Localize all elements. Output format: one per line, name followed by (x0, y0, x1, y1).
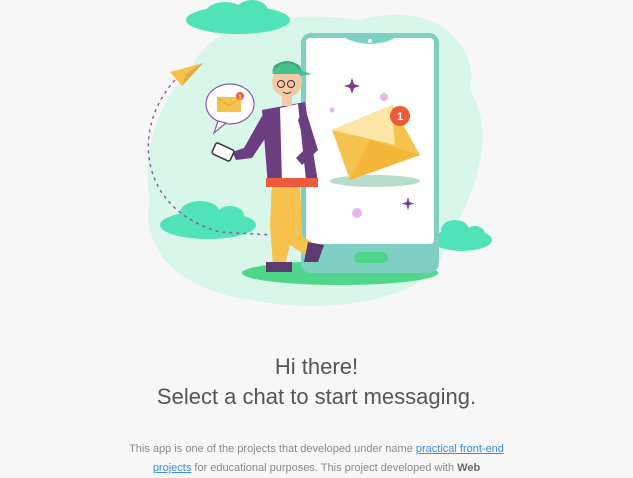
welcome-line-2: Select a chat to start messaging. (156, 384, 477, 409)
welcome-line-1: Hi there! (274, 354, 359, 379)
illustration-svg: 1 1 (147, 0, 492, 306)
cloud-top (186, 0, 290, 34)
description-middle: for educational purposes. This project d… (191, 462, 458, 474)
app-description: This app is one of the projects that dev… (110, 440, 523, 478)
envelope-badge-count: 1 (397, 111, 403, 123)
description-before-link: This app is one of the projects that dev… (129, 443, 416, 455)
bubble-badge-count: 1 (239, 95, 242, 101)
empty-chat-illustration: 1 1 (0, 0, 633, 320)
envelope-shadow (330, 175, 420, 187)
welcome-message: Hi there! Select a chat to start messagi… (0, 352, 633, 412)
description-bold: Web (457, 462, 481, 474)
